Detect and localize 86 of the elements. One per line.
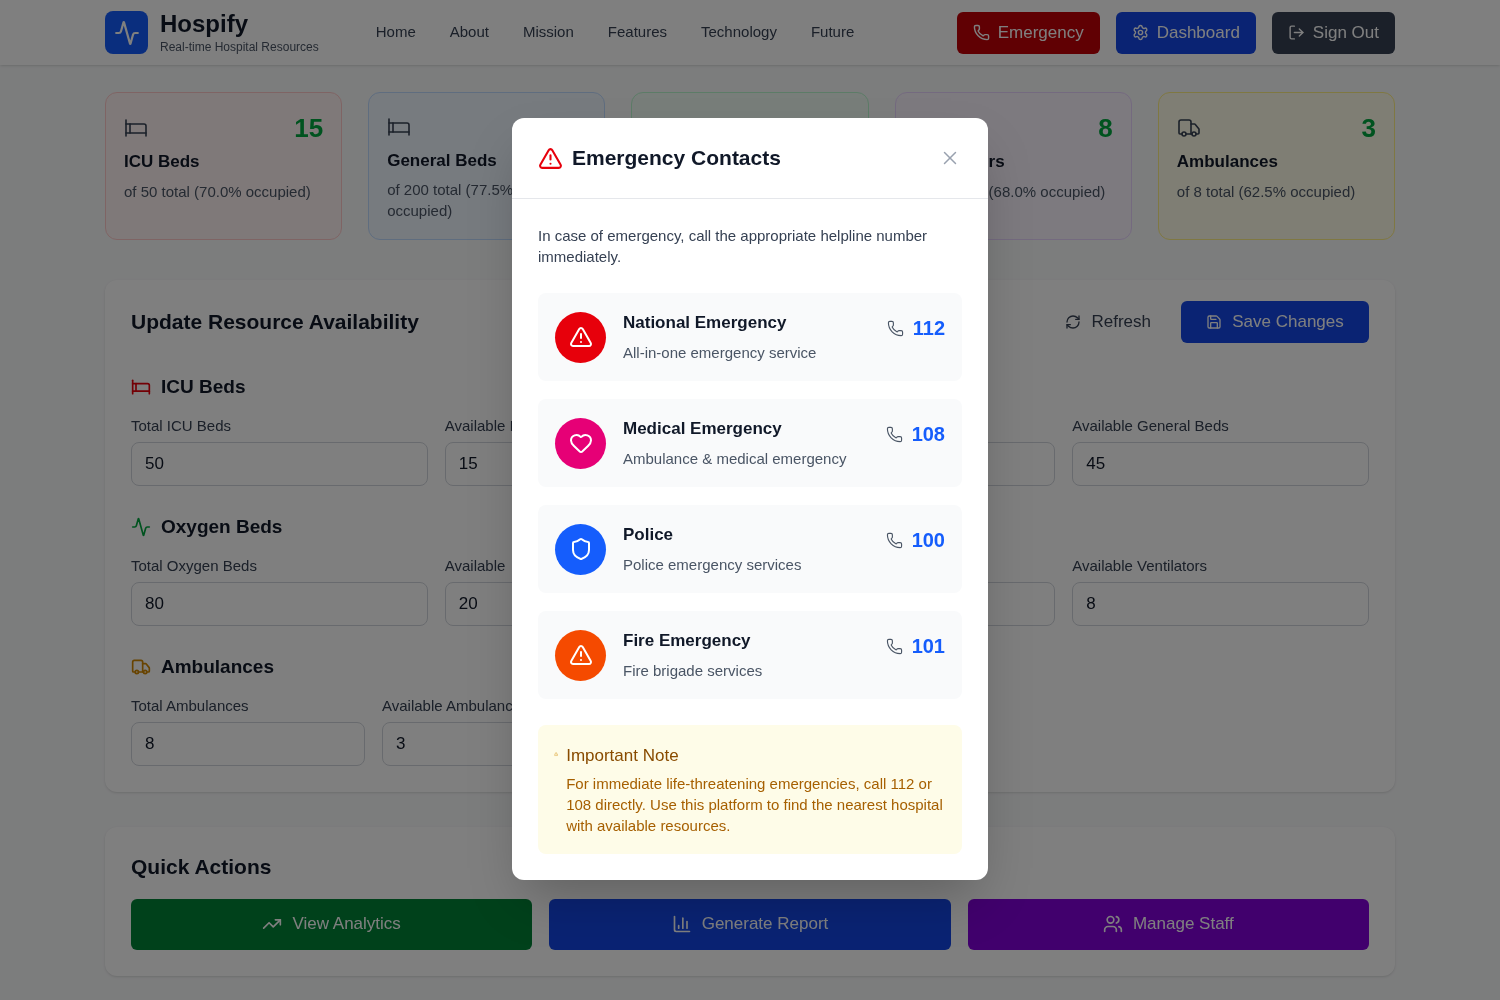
field-label: Available I <box>444 417 514 434</box>
group-title: Ambulances <box>161 654 274 679</box>
stat-detail: (68.0% occupied) <box>988 181 1107 202</box>
action-button[interactable]: Manage Staff <box>967 898 1369 950</box>
stat-value: 8 <box>1098 111 1113 145</box>
phone-icon <box>885 425 903 443</box>
field-label: Total ICU Beds <box>131 417 232 434</box>
contact-name: Medical Emergency <box>623 417 783 440</box>
stat-detail: of 8 total (62.5% occupied) <box>1176 181 1357 202</box>
contact-description: Fire brigade services <box>623 661 763 681</box>
phone-link[interactable]: 101 <box>885 631 945 661</box>
group-title: ICU Beds <box>161 374 246 399</box>
truck-icon <box>1176 116 1201 140</box>
phone-icon <box>972 24 990 41</box>
contact-description: Ambulance & medical emergency <box>623 449 847 469</box>
number-field[interactable]: 8 <box>1072 582 1369 626</box>
contact-card[interactable]: Fire Emergency Fire brigade services 101 <box>538 611 962 699</box>
panel-title: Quick Actions <box>131 855 272 878</box>
warning-icon <box>554 749 559 759</box>
settings-icon <box>1131 24 1149 41</box>
stat-value: 15 <box>294 111 324 145</box>
stat-detail: of 50 total (70.0% occupied) <box>124 181 312 202</box>
app-title: Hospify <box>160 9 249 38</box>
action-button[interactable]: View Analytics <box>131 898 533 950</box>
contact-name: Fire Emergency <box>623 629 752 652</box>
intro-text: In case of emergency, call the appropriate helpline number immediately. <box>538 226 929 267</box>
contact-description: All-in-one emergency service <box>623 343 817 363</box>
contact-name: National Emergency <box>623 311 788 334</box>
nav-link[interactable]: Future <box>810 21 855 44</box>
number-field[interactable]: 80 <box>131 582 428 626</box>
field-label: Available Ventilators <box>1072 557 1208 574</box>
nav-link[interactable]: Home <box>375 21 416 44</box>
phone-icon <box>885 531 903 549</box>
number-field[interactable]: 8 <box>131 722 365 766</box>
stat-detail: of 200 total (77.5% occupied) <box>387 180 515 221</box>
nav-link[interactable]: About <box>449 21 489 44</box>
stat-title: General Beds <box>387 149 497 172</box>
save-icon <box>1206 314 1223 330</box>
contact-description: Police emergency services <box>623 555 802 575</box>
field-label: Available Ambulanc <box>382 697 513 714</box>
nav-link[interactable]: Features <box>607 21 667 44</box>
contact-card[interactable]: National Emergency All-in-one emergency service 112 <box>538 293 962 381</box>
heart-icon <box>568 431 593 455</box>
stat-value: 3 <box>1361 111 1376 145</box>
nav-link[interactable]: Mission <box>522 21 574 44</box>
phone-link[interactable]: 108 <box>885 419 945 449</box>
stat-title: ICU Beds <box>124 151 200 173</box>
refresh-button[interactable]: Refresh <box>1065 309 1151 335</box>
header-button[interactable]: Dashboard <box>1115 11 1256 54</box>
logout-icon <box>1287 24 1305 41</box>
phone-icon <box>886 319 904 337</box>
bed-icon <box>131 377 151 397</box>
stat-title: rs <box>988 151 1005 173</box>
phone-link[interactable]: 112 <box>886 313 945 343</box>
phone-link[interactable]: 100 <box>885 525 945 555</box>
bed-icon <box>124 116 148 140</box>
contact-name: Police <box>623 523 675 546</box>
warning-icon <box>538 145 563 171</box>
panel-title: Update Resource Availability <box>131 309 419 336</box>
truck-icon <box>131 657 151 677</box>
number-field[interactable]: 45 <box>1072 442 1369 486</box>
pulse-icon <box>113 19 140 46</box>
action-button[interactable]: Generate Report <box>549 898 951 950</box>
warning-icon <box>568 325 593 349</box>
pulse-icon <box>131 517 151 537</box>
field-label: Available <box>444 557 506 574</box>
group-title: Oxygen Beds <box>161 514 283 539</box>
field-label: Available General Beds <box>1072 417 1229 434</box>
header-button[interactable]: Emergency <box>956 11 1100 54</box>
users-icon <box>1102 914 1123 934</box>
save-button[interactable]: Save Changes <box>1181 301 1369 343</box>
phone-icon <box>885 637 903 655</box>
refresh-icon <box>1065 314 1082 330</box>
app-subtitle: Real-time Hospital Resources <box>160 38 319 56</box>
bar-chart-icon <box>671 914 692 934</box>
note-text: For immediate life-threatening emergencies, call 112 or 108 directly. Use this platform to find the nearest hospital with available resources. <box>566 773 944 836</box>
nav-link[interactable]: Technology <box>701 21 777 44</box>
dialog-title: Emergency Contacts <box>572 145 781 172</box>
contact-card[interactable]: Police Police emergency services 100 <box>538 505 962 593</box>
contact-card[interactable]: Medical Emergency Ambulance & medical emergency 108 <box>538 399 962 487</box>
stat-title: Ambulances <box>1176 151 1278 173</box>
field-label: Total Ambulances <box>131 697 249 714</box>
warning-icon <box>568 643 593 667</box>
header-button[interactable]: Sign Out <box>1271 11 1395 54</box>
field-label: Total Oxygen Beds <box>131 557 257 574</box>
number-field[interactable]: 50 <box>131 442 428 486</box>
